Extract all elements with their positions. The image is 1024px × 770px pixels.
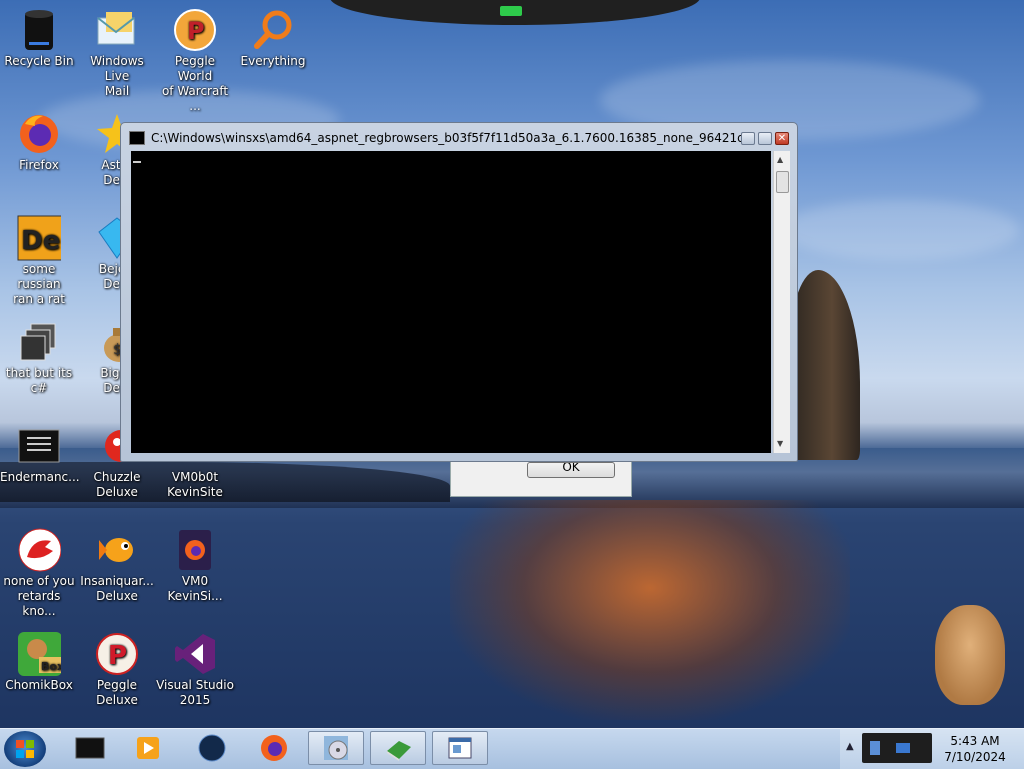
console-title: C:\Windows\winsxs\amd64_aspnet_regbrowse… <box>151 131 741 145</box>
desktop-icon-chomikbox[interactable]: Box ChomikBox <box>0 632 78 693</box>
console-icon <box>17 424 61 468</box>
peggle-icon: P <box>173 8 217 52</box>
desktop-icon-none-of-you[interactable]: none of you retards kno... <box>0 528 78 619</box>
disc-tool-icon <box>324 736 348 760</box>
recycle-bin-icon <box>17 8 61 52</box>
desktop-icon-visual-studio-2015[interactable]: Visual Studio 2015 <box>156 632 234 708</box>
scroll-thumb[interactable] <box>776 171 789 193</box>
desktop-icon-peggle-wow[interactable]: P Peggle World of Warcraft ... <box>156 8 234 114</box>
svg-text:Box: Box <box>41 660 61 673</box>
maximize-button[interactable] <box>758 132 772 145</box>
taskbar-book[interactable] <box>370 731 426 765</box>
desktop-icon-that-but-its-csharp[interactable]: that but its c# <box>0 320 78 396</box>
desktop-icon-endermanch[interactable]: Endermanc... <box>0 424 80 485</box>
windows-stack-icon <box>17 320 61 364</box>
svg-text:P: P <box>108 641 127 671</box>
window-icon <box>448 737 472 759</box>
desktop-icon-firefox[interactable]: Firefox <box>0 112 78 173</box>
console-app-icon[interactable] <box>129 131 145 145</box>
taskbar-media-player[interactable] <box>120 731 176 765</box>
de-icon: De <box>17 215 61 261</box>
desktop-icon-windows-live-mail[interactable]: Windows Live Mail <box>78 8 156 99</box>
close-button[interactable]: ✕ <box>775 132 789 145</box>
console-window[interactable]: C:\Windows\winsxs\amd64_aspnet_regbrowse… <box>120 122 798 462</box>
network-icon[interactable] <box>870 741 880 755</box>
taskbar-firefox[interactable] <box>246 731 302 765</box>
start-button[interactable] <box>4 731 46 767</box>
mail-icon <box>95 8 139 52</box>
media-player-icon <box>137 737 159 759</box>
book-icon <box>387 741 411 761</box>
hamster-mascot <box>935 605 1005 705</box>
taskbar-console[interactable] <box>62 731 118 765</box>
clock-time: 5:43 AM <box>950 734 1000 748</box>
console-titlebar[interactable]: C:\Windows\winsxs\amd64_aspnet_regbrowse… <box>121 123 797 151</box>
clock[interactable]: 5:43 AM 7/10/2024 <box>932 733 1018 765</box>
svg-text:P: P <box>187 17 205 45</box>
desktop-icon-everything[interactable]: Everything <box>234 8 312 69</box>
clock-date: 7/10/2024 <box>944 750 1006 764</box>
scroll-up-icon[interactable]: ▲ <box>777 155 783 164</box>
taskbar-disc-tool[interactable] <box>308 731 364 765</box>
vertical-scrollbar[interactable]: ▲ ▼ <box>773 151 790 453</box>
taskbar-globe[interactable] <box>184 731 240 765</box>
sea-rock <box>790 270 860 460</box>
desktop-icon-some-russian[interactable]: De some russian ran a rat <box>0 215 78 307</box>
hamster-icon: Box <box>17 632 61 676</box>
desktop-icon-vm0-kevinsite[interactable]: VM0 KevinSi... <box>156 528 234 604</box>
message-dialog: OK <box>450 462 632 497</box>
console-icon <box>75 737 105 759</box>
search-icon <box>251 8 295 52</box>
console-output[interactable] <box>131 151 771 453</box>
firefox-doc-icon <box>173 528 217 572</box>
text-cursor <box>133 161 141 163</box>
firefox-icon <box>261 735 287 761</box>
scroll-down-icon[interactable]: ▼ <box>777 439 783 448</box>
desktop-icon-peggle-deluxe[interactable]: P Peggle Deluxe <box>78 632 156 708</box>
fish-icon <box>95 528 139 572</box>
dino-icon <box>17 528 61 572</box>
minimize-button[interactable] <box>741 132 755 145</box>
ok-button[interactable]: OK <box>527 462 615 478</box>
peggle-icon: P <box>95 632 139 676</box>
system-tray: ▲ 5:43 AM 7/10/2024 <box>840 729 1024 769</box>
show-hidden-icons-button[interactable]: ▲ <box>846 741 854 752</box>
taskbar-window[interactable] <box>432 731 488 765</box>
top-gadget <box>330 0 700 25</box>
windows-logo-icon <box>16 740 34 758</box>
tray-icons <box>862 733 932 763</box>
visual-studio-icon <box>173 632 217 676</box>
taskbar: ▲ 5:43 AM 7/10/2024 <box>0 728 1024 769</box>
desktop-icon-insaniquarium-deluxe[interactable]: Insaniquar... Deluxe <box>78 528 156 604</box>
desktop-icon-recycle-bin[interactable]: Recycle Bin <box>0 8 78 69</box>
svg-text:De: De <box>21 226 60 256</box>
globe-icon <box>198 734 226 762</box>
monitor-icon[interactable] <box>896 743 910 753</box>
firefox-icon <box>17 112 61 156</box>
